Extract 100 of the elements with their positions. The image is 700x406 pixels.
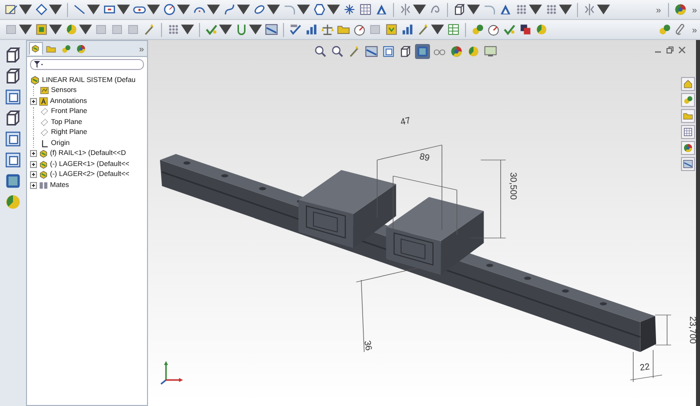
caret-icon[interactable]	[413, 3, 426, 16]
shaded-view-icon	[416, 45, 429, 58]
panel-tab[interactable]	[74, 42, 88, 55]
tabs-overflow[interactable]: »	[136, 44, 147, 54]
caret-icon[interactable]	[219, 23, 232, 36]
caret-icon[interactable]	[181, 23, 194, 36]
check-icon[interactable]	[503, 23, 516, 36]
scale-icon[interactable]	[321, 23, 334, 36]
filter-icon[interactable]	[34, 61, 43, 68]
caret-icon[interactable]	[19, 23, 32, 36]
appearance-button[interactable]	[681, 141, 695, 155]
panel-tab[interactable]	[29, 42, 43, 55]
caret-icon[interactable]	[467, 3, 480, 16]
caret-icon[interactable]	[297, 3, 310, 16]
squares-icon[interactable]	[519, 23, 532, 36]
zoom-to-fit-icon	[314, 45, 327, 58]
restore-icon[interactable]	[666, 46, 674, 54]
caret-icon[interactable]	[431, 23, 444, 36]
part-icon	[39, 149, 48, 158]
circle-icon[interactable]	[163, 3, 176, 16]
annotation-icon	[39, 96, 48, 106]
close-icon[interactable]	[678, 46, 686, 54]
section-view-button[interactable]	[364, 44, 379, 59]
expand-toggle[interactable]	[30, 171, 37, 178]
filter-field[interactable]	[30, 59, 144, 70]
triangle-icon[interactable]	[375, 3, 388, 16]
expand-toggle[interactable]	[30, 182, 37, 189]
tab-icon	[31, 44, 41, 54]
triangle-icon[interactable]	[499, 3, 512, 16]
monitor-button[interactable]	[483, 44, 498, 59]
wand-icon	[348, 45, 361, 58]
appearance-icon[interactable]	[674, 3, 687, 16]
expand-toggle[interactable]	[30, 160, 37, 168]
axis-triad-icon	[158, 360, 184, 386]
zoom-area-button[interactable]	[330, 44, 345, 59]
part-icon	[39, 170, 48, 180]
zoom-to-fit-button[interactable]	[313, 44, 328, 59]
line-icon[interactable]	[73, 3, 86, 16]
dimension[interactable]: 22	[630, 350, 662, 382]
caret-icon[interactable]	[267, 3, 280, 16]
spline-icon[interactable]	[223, 3, 236, 16]
gauge-icon[interactable]	[487, 23, 500, 36]
ellipse-icon[interactable]	[253, 3, 266, 16]
caret-icon[interactable]	[87, 3, 100, 16]
section-view-icon	[365, 45, 378, 58]
properties-icon	[683, 159, 693, 169]
caret-icon[interactable]	[327, 3, 340, 16]
cube-icon[interactable]	[453, 3, 466, 16]
paperclip-icon[interactable]	[674, 23, 687, 36]
caret-icon[interactable]	[49, 3, 62, 16]
tab-icon	[76, 44, 86, 54]
caret-icon[interactable]	[207, 3, 220, 16]
home-button[interactable]	[681, 77, 695, 91]
gauge-icon[interactable]	[353, 23, 366, 36]
caret-icon[interactable]	[79, 23, 92, 36]
caret-icon[interactable]	[237, 3, 250, 16]
caret-icon[interactable]	[249, 23, 262, 36]
caret-icon[interactable]	[559, 3, 572, 16]
caret-icon[interactable]	[117, 3, 130, 16]
dimension[interactable]: 23,700	[654, 314, 696, 346]
toolbar-overflow[interactable]: »	[688, 24, 700, 34]
caret-icon[interactable]	[19, 3, 32, 16]
folder-icon[interactable]	[337, 23, 350, 36]
dimension[interactable]: 36	[356, 264, 432, 352]
tab-icon	[46, 44, 56, 54]
component-icon[interactable]	[35, 23, 48, 36]
mates-icon	[39, 180, 48, 190]
polygon-icon[interactable]	[313, 3, 326, 16]
display-style-icon	[399, 45, 412, 58]
appearance-button[interactable]	[449, 44, 464, 59]
dimension[interactable]: 30,500	[470, 160, 519, 238]
caret-icon[interactable]	[49, 23, 62, 36]
sketch-pencil-icon[interactable]	[5, 3, 18, 16]
properties-button[interactable]	[681, 157, 695, 171]
table-icon[interactable]	[447, 23, 460, 36]
point-icon[interactable]	[343, 3, 356, 16]
caret-icon[interactable]	[597, 3, 610, 16]
folder-icon	[683, 111, 693, 121]
check-box-icon[interactable]	[385, 23, 398, 36]
dimension[interactable]: 89	[392, 151, 458, 236]
grid-icon[interactable]	[359, 3, 372, 16]
expand-toggle[interactable]	[30, 150, 37, 158]
chart-icon[interactable]	[401, 23, 414, 36]
toolbar-overflow[interactable]: »	[688, 4, 700, 14]
hook-icon[interactable]	[235, 23, 248, 36]
caret-icon[interactable]	[147, 3, 160, 16]
section-icon[interactable]	[265, 23, 278, 36]
caret-icon[interactable]	[177, 3, 190, 16]
expand-toggle[interactable]	[30, 98, 37, 105]
wand-icon[interactable]	[417, 23, 430, 36]
rectangle-icon[interactable]	[103, 3, 116, 16]
home-icon	[683, 79, 693, 89]
tools-icon[interactable]	[658, 23, 671, 36]
toolbar-overflow[interactable]: »	[652, 4, 664, 14]
folder-button[interactable]	[681, 109, 695, 123]
display-style-button[interactable]	[398, 44, 413, 59]
caret-icon[interactable]	[529, 3, 542, 16]
monitor-icon	[484, 45, 497, 58]
origin-icon	[40, 138, 49, 148]
wand-icon[interactable]	[143, 23, 156, 36]
